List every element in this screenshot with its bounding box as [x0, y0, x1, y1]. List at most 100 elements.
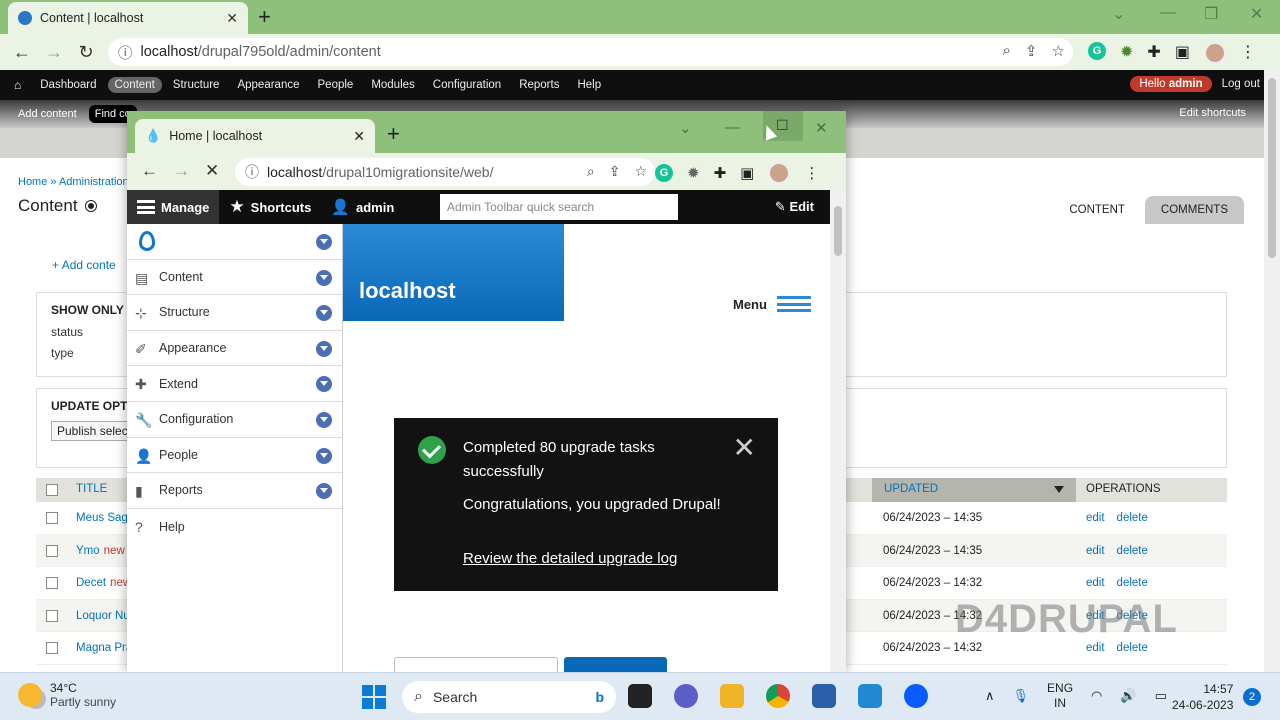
tab-search-icon[interactable]: ⌄ [1112, 4, 1125, 24]
front-browser-tab[interactable]: 💧 Home | localhost ✕ [135, 119, 375, 153]
bookmark-star-icon[interactable]: ☆ [1052, 42, 1065, 60]
toolbar-user[interactable]: 👤 admin [321, 190, 404, 224]
back-browser-tab[interactable]: Content | localhost ✕ [8, 2, 248, 34]
page-scrollbar[interactable] [1264, 70, 1280, 672]
edit-link[interactable]: edit [1086, 577, 1105, 589]
chevron-down-icon[interactable] [316, 376, 332, 393]
chrome-icon[interactable] [766, 684, 790, 708]
d7-menu-configuration[interactable]: Configuration [426, 77, 508, 93]
tray-item-help[interactable]: ? Help [127, 509, 342, 545]
profile-avatar[interactable] [768, 162, 791, 184]
row-checkbox[interactable] [46, 642, 58, 654]
d7-menu-modules[interactable]: Modules [364, 77, 421, 93]
delete-link[interactable]: delete [1117, 545, 1148, 557]
minimize-icon[interactable]: — [1160, 4, 1176, 22]
toolbar-shortcuts[interactable]: ★ Shortcuts [219, 190, 321, 224]
windows-start-icon[interactable] [362, 685, 386, 709]
site-branding[interactable]: localhost [343, 224, 564, 321]
zoom-icon[interactable]: ⌕ [587, 163, 595, 180]
chevron-down-icon[interactable] [316, 269, 332, 286]
tray-item-appearance[interactable]: ✐ Appearance [127, 331, 342, 367]
row-checkbox[interactable] [46, 577, 58, 589]
volume-icon[interactable]: 🔊 [1120, 688, 1136, 704]
info-icon[interactable]: ⓘ [245, 162, 259, 182]
back-arrow-icon[interactable]: ← [141, 161, 158, 181]
microphone-icon[interactable]: 🎙 [1013, 688, 1030, 704]
row-checkbox[interactable] [46, 609, 58, 622]
close-tab-icon[interactable]: ✕ [353, 128, 365, 145]
zoom-icon[interactable]: ⌕ [1003, 42, 1011, 60]
col-title[interactable]: TITLE [76, 483, 107, 495]
reload-icon[interactable]: ↻ [70, 42, 102, 63]
edit-shortcuts-link[interactable]: Edit shortcuts [1179, 107, 1246, 119]
file-explorer-icon[interactable] [720, 684, 744, 708]
extension-gear-icon[interactable]: ✹ [687, 164, 700, 182]
share-icon[interactable]: ⇪ [1025, 42, 1038, 60]
close-window-icon[interactable]: ✕ [1250, 4, 1263, 24]
search-submit-button[interactable] [564, 657, 667, 672]
row-title-link[interactable]: Meus Sag [76, 512, 132, 524]
battery-icon[interactable]: ▭ [1155, 688, 1167, 704]
d7-menu-reports[interactable]: Reports [512, 77, 566, 93]
close-window-icon[interactable]: ✕ [815, 119, 828, 137]
chevron-down-icon[interactable] [316, 483, 332, 500]
virtualbox-icon[interactable] [812, 684, 836, 708]
share-icon[interactable]: ⇪ [609, 163, 621, 180]
new-tab-icon[interactable]: + [387, 121, 400, 147]
tray-item-drupal[interactable] [127, 224, 342, 260]
minimize-icon[interactable]: — [725, 119, 740, 136]
row-checkbox[interactable] [46, 544, 58, 557]
forward-arrow-icon[interactable]: → [173, 161, 190, 181]
d7-menu-appearance[interactable]: Appearance [230, 77, 306, 93]
zoom-icon[interactable] [904, 684, 928, 708]
logout-link[interactable]: Log out [1222, 78, 1260, 90]
stop-loading-icon[interactable]: ✕ [205, 161, 219, 181]
task-view-icon[interactable] [628, 684, 652, 708]
wifi-icon[interactable]: ◠ [1091, 688, 1102, 704]
chevron-down-icon[interactable] [316, 447, 332, 464]
row-title-link[interactable]: Decet new [76, 577, 131, 589]
front-scrollbar[interactable] [830, 190, 846, 672]
taskbar-search[interactable]: ⌕ Search b [402, 681, 616, 713]
tab-search-icon[interactable]: ⌄ [679, 119, 692, 137]
hello-user-badge[interactable]: Hello admin [1130, 76, 1212, 92]
site-menu-button[interactable]: Menu [733, 296, 811, 312]
profile-avatar[interactable] [1203, 42, 1226, 64]
toolbar-edit[interactable]: ✎ Edit [775, 199, 814, 215]
chevron-up-icon[interactable]: ∧ [985, 688, 995, 704]
vscode-icon[interactable] [858, 684, 882, 708]
edit-link[interactable]: edit [1086, 545, 1105, 557]
home-icon[interactable]: ⌂ [14, 78, 21, 92]
back-address-bar[interactable]: ⓘ localhost/drupal795old/admin/content ⌕… [108, 38, 1073, 66]
toolbar-manage[interactable]: Manage [127, 190, 220, 224]
scrollbar-thumb[interactable] [834, 206, 842, 256]
admin-quick-search-input[interactable]: Admin Toolbar quick search [440, 194, 678, 220]
side-panel-icon[interactable]: ▣ [740, 164, 754, 182]
select-all-checkbox[interactable] [46, 484, 58, 496]
scrollbar-thumb[interactable] [1268, 78, 1276, 258]
d7-menu-dashboard[interactable]: Dashboard [33, 77, 103, 93]
breadcrumb[interactable]: Home » Administration [18, 176, 129, 188]
d7-menu-structure[interactable]: Structure [166, 77, 227, 93]
tray-item-configuration[interactable]: 🔧 Configuration [127, 402, 342, 438]
bookmark-star-icon[interactable]: ☆ [634, 163, 647, 180]
tray-item-extend[interactable]: ✚ Extend [127, 366, 342, 402]
row-checkbox[interactable] [46, 512, 58, 524]
tray-item-structure[interactable]: ⊹ Structure [127, 295, 342, 331]
row-title-link[interactable]: Loquor Nu [76, 610, 134, 622]
search-field[interactable] [394, 657, 558, 672]
grammarly-icon[interactable]: G [655, 164, 673, 182]
delete-link[interactable]: delete [1117, 577, 1148, 589]
chevron-down-icon[interactable] [316, 305, 332, 322]
tab-comments[interactable]: COMMENTS [1144, 196, 1244, 224]
kebab-menu-icon[interactable]: ⋮ [804, 164, 819, 182]
notification-badge[interactable]: 2 [1243, 688, 1261, 706]
chevron-down-icon[interactable] [316, 234, 332, 250]
puzzle-icon[interactable]: ✚ [1147, 42, 1160, 64]
upgrade-log-link[interactable]: Review the detailed upgrade log [463, 550, 677, 567]
clock[interactable]: 14:57 24-06-2023 [1172, 681, 1233, 713]
kebab-menu-icon[interactable]: ⋮ [1240, 42, 1256, 64]
delete-link[interactable]: delete [1117, 512, 1148, 524]
restore-icon[interactable]: ❐ [1204, 4, 1218, 24]
tab-content[interactable]: CONTENT [1053, 196, 1141, 224]
